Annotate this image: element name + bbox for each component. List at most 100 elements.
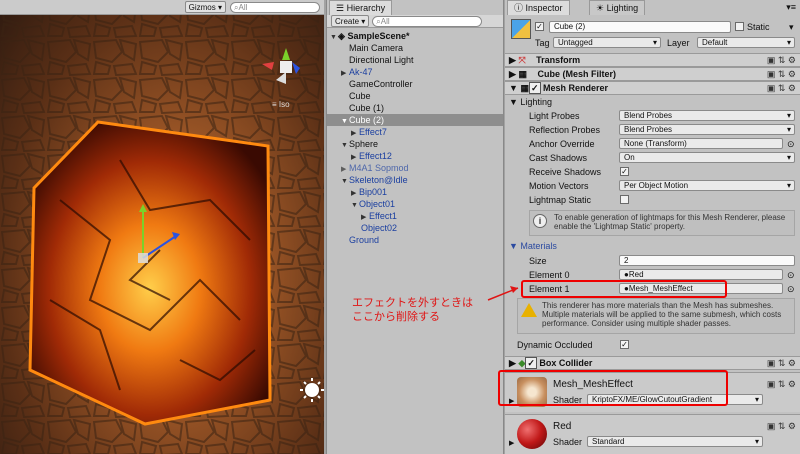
- scene-render: [0, 0, 324, 454]
- mesh-renderer-header[interactable]: ▼ ▦ ✓ Mesh Renderer ▣ ⇅ ⚙: [505, 81, 800, 95]
- box-collider-header[interactable]: ▶ ◆ ✓ Box Collider ▣ ⇅ ⚙: [505, 356, 800, 370]
- materials-size-field[interactable]: 2: [619, 255, 795, 266]
- panel-menu-icon[interactable]: ▾≡: [786, 2, 796, 13]
- component-settings-icon: ▣ ⇅ ⚙: [766, 358, 796, 368]
- hierarchy-toolbar: Create ▾ ⌕All: [327, 15, 503, 28]
- scene-search-input[interactable]: ⌕All: [230, 1, 320, 13]
- list-item[interactable]: ▶ Effect1: [327, 210, 503, 222]
- scene-view[interactable]: Gizmos ▾ ⌕All ≡ Iso: [0, 0, 324, 454]
- box-collider-enabled-checkbox: ✓: [525, 357, 537, 369]
- tab-hierarchy[interactable]: ☰ Hierarchy: [329, 0, 393, 15]
- gizmos-dropdown[interactable]: Gizmos ▾: [184, 1, 226, 13]
- lightmap-static-checkbox[interactable]: [620, 195, 629, 204]
- element0-field[interactable]: ●Red: [619, 269, 783, 280]
- list-item[interactable]: ▼Skeleton@Idle: [327, 174, 503, 186]
- shader-dropdown[interactable]: Standard: [587, 436, 763, 447]
- element0-label: Element 0: [529, 270, 570, 280]
- anchor-override-label: Anchor Override: [529, 139, 595, 149]
- component-settings-icon: ▣ ⇅ ⚙: [766, 83, 796, 93]
- receive-shadows-label: Receive Shadows: [529, 167, 602, 177]
- lightmap-static-label: Lightmap Static: [529, 195, 592, 205]
- reflection-probes-dropdown[interactable]: Blend Probes: [619, 124, 795, 135]
- unity-scene-icon: ◈: [338, 31, 345, 41]
- list-item[interactable]: ▶ Ak-47: [327, 66, 503, 78]
- material-name: Red: [553, 421, 572, 432]
- annotation-highlight-material: [498, 370, 728, 406]
- projection-iso-label[interactable]: ≡ Iso: [272, 100, 290, 109]
- object-picker-icon[interactable]: ⊙: [787, 284, 795, 295]
- unity-editor: Gizmos ▾ ⌕All ≡ Iso ☰ Hierarchy Create ▾…: [0, 0, 800, 454]
- object-picker-icon[interactable]: ⊙: [787, 139, 795, 150]
- foldout-arrow-icon: ▼: [509, 83, 518, 93]
- layer-dropdown[interactable]: Default: [697, 37, 795, 48]
- hierarchy-search-input[interactable]: ⌕All: [372, 15, 483, 27]
- light-probes-dropdown[interactable]: Blend Probes: [619, 110, 795, 121]
- material-card-red[interactable]: Red Shader Standard ▣ ⇅ ⚙ ▶: [505, 414, 800, 454]
- static-label: Static: [747, 22, 770, 32]
- list-item[interactable]: ▼Object01: [327, 198, 503, 210]
- foldout-arrow-icon[interactable]: ▶: [509, 439, 514, 447]
- lighting-foldout[interactable]: ▼ Lighting: [505, 96, 800, 109]
- mesh-renderer-icon: ▦: [520, 83, 529, 93]
- cast-shadows-dropdown[interactable]: On: [619, 152, 795, 163]
- list-item[interactable]: Cube (1): [327, 102, 503, 114]
- list-item[interactable]: Directional Light: [327, 54, 503, 66]
- tag-label: Tag: [535, 38, 550, 48]
- light-probes-label: Light Probes: [529, 111, 580, 121]
- layer-label: Layer: [667, 38, 690, 48]
- mesh-filter-icon: ▦: [518, 69, 527, 79]
- mesh-filter-header[interactable]: ▶ ▦ Cube (Mesh Filter) ▣ ⇅ ⚙: [505, 67, 800, 81]
- list-item-selected[interactable]: ▼Cube (2): [327, 114, 503, 126]
- list-item[interactable]: Ground: [327, 234, 503, 246]
- cube-object-icon: [511, 19, 531, 39]
- static-checkbox[interactable]: [735, 22, 744, 31]
- scene-toolbar: Gizmos ▾ ⌕All: [0, 0, 324, 15]
- list-item[interactable]: ▶ Bip001: [327, 186, 503, 198]
- materials-foldout[interactable]: ▼ Materials: [505, 240, 800, 253]
- anchor-override-field[interactable]: None (Transform): [619, 138, 783, 149]
- list-item[interactable]: Object02: [327, 222, 503, 234]
- motion-vectors-dropdown[interactable]: Per Object Motion: [619, 180, 795, 191]
- scene-root[interactable]: ▼◈ SampleScene*: [327, 30, 503, 42]
- component-settings-icon: ▣ ⇅ ⚙: [766, 69, 796, 79]
- material-preview-thumbnail: [517, 419, 547, 449]
- list-item[interactable]: ▶ Effect7: [327, 126, 503, 138]
- lava-cube: [28, 120, 272, 426]
- static-dropdown-icon[interactable]: ▾: [789, 22, 794, 33]
- foldout-arrow-icon: ▶: [509, 69, 516, 79]
- mesh-renderer-enabled-checkbox: ✓: [528, 82, 541, 94]
- tag-dropdown[interactable]: Untagged: [553, 37, 661, 48]
- object-picker-icon[interactable]: ⊙: [787, 270, 795, 281]
- component-settings-icon[interactable]: ▣ ⇅ ⚙: [767, 379, 796, 390]
- lightmap-info-box: i To enable generation of lightmaps for …: [529, 210, 795, 236]
- size-label: Size: [529, 256, 547, 266]
- reflection-probes-label: Reflection Probes: [529, 125, 601, 135]
- list-item[interactable]: ▶ Effect12: [327, 150, 503, 162]
- materials-warning-box: This renderer has more materials than th…: [517, 298, 795, 334]
- list-item[interactable]: ▼Sphere: [327, 138, 503, 150]
- cast-shadows-label: Cast Shadows: [529, 153, 588, 163]
- create-dropdown[interactable]: Create ▾: [331, 15, 370, 27]
- component-settings-icon: ▣ ⇅ ⚙: [766, 55, 796, 65]
- dynamic-occluded-checkbox[interactable]: ✓: [620, 340, 629, 349]
- info-icon: i: [533, 214, 547, 228]
- foldout-arrow-icon: ▶: [509, 55, 516, 65]
- tab-lighting[interactable]: ☀ Lighting: [589, 0, 646, 15]
- active-checkbox[interactable]: ✓: [535, 22, 544, 31]
- list-item[interactable]: ▶ M4A1 Sopmod: [327, 162, 503, 174]
- warning-icon: [521, 303, 537, 317]
- list-item[interactable]: Main Camera: [327, 42, 503, 54]
- component-settings-icon[interactable]: ▣ ⇅ ⚙: [767, 421, 796, 432]
- receive-shadows-checkbox[interactable]: ✓: [620, 167, 629, 176]
- list-item[interactable]: GameController: [327, 78, 503, 90]
- shader-label: Shader: [553, 437, 583, 447]
- foldout-arrow-icon: ▶: [509, 358, 516, 368]
- transform-icon: ⤧: [518, 55, 526, 65]
- list-item[interactable]: Cube: [327, 90, 503, 102]
- dynamic-occluded-label: Dynamic Occluded: [517, 340, 593, 350]
- object-name-field[interactable]: Cube (2): [549, 21, 731, 33]
- tab-inspector[interactable]: ⓘ Inspector: [507, 0, 570, 15]
- hierarchy-panel: ☰ Hierarchy Create ▾ ⌕All ▼◈ SampleScene…: [326, 0, 504, 454]
- annotation-highlight-element1: [521, 280, 727, 298]
- transform-header[interactable]: ▶ ⤧ Transform ▣ ⇅ ⚙: [505, 53, 800, 67]
